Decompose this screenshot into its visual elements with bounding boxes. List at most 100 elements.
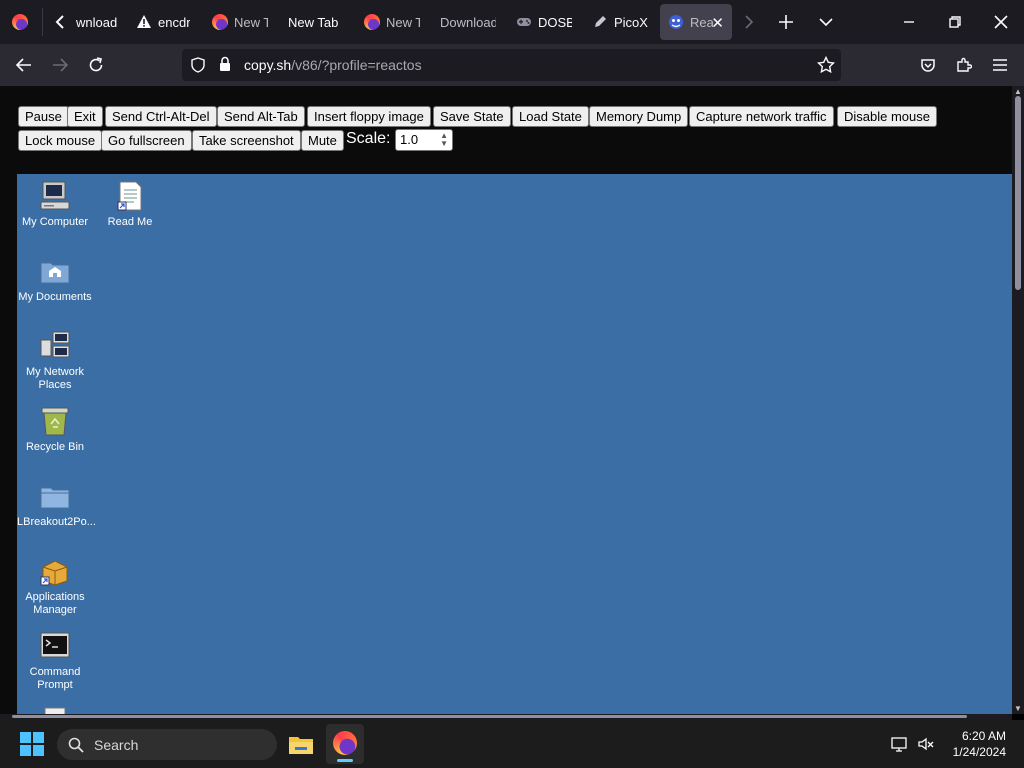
close-window-button[interactable] xyxy=(978,0,1024,44)
vertical-scroll-thumb[interactable] xyxy=(1015,96,1021,290)
shield-icon[interactable] xyxy=(190,57,206,78)
warning-icon xyxy=(136,14,152,30)
reload-button[interactable] xyxy=(81,50,111,80)
desktop-icon-read-me[interactable]: Read Me xyxy=(92,180,168,229)
go-fullscreen-button[interactable]: Go fullscreen xyxy=(101,130,192,151)
new-tab-button[interactable] xyxy=(772,8,800,36)
firefox-taskbar-button[interactable] xyxy=(326,724,364,764)
navigation-toolbar: copy.sh/v86/?profile=reactos xyxy=(0,44,1024,86)
volume-muted-icon[interactable] xyxy=(917,735,935,758)
desktop-icon-applications-manager[interactable]: Applications Manager xyxy=(17,555,93,617)
url-host: copy.sh xyxy=(244,57,292,73)
memory-dump-button[interactable]: Memory Dump xyxy=(589,106,689,127)
load-state-button[interactable]: Load State xyxy=(512,106,589,127)
desktop-icon-lbreakout2[interactable]: LBreakout2Po... xyxy=(17,480,96,529)
start-button[interactable] xyxy=(20,732,44,756)
desktop-icon-my-network-places[interactable]: My Network Places xyxy=(17,330,93,392)
firefox-view-button[interactable] xyxy=(6,8,34,36)
exit-button[interactable]: Exit xyxy=(67,106,103,127)
taskbar-clock[interactable]: 6:20 AM 1/24/2024 xyxy=(953,728,1006,760)
tab-dosbox[interactable]: DOSB xyxy=(516,4,572,40)
restore-icon xyxy=(949,16,961,28)
clock-date: 1/24/2024 xyxy=(952,745,1006,759)
back-button[interactable] xyxy=(9,50,39,80)
scale-input[interactable]: 1.0 ▲ ▼ xyxy=(395,129,453,151)
desktop-icon-label: LBreakout2Po... xyxy=(17,516,96,528)
save-state-button[interactable]: Save State xyxy=(433,106,511,127)
taskbar-search-box[interactable]: Search xyxy=(57,729,277,760)
arrow-left-icon xyxy=(16,58,31,72)
network-status-icon[interactable] xyxy=(891,735,909,758)
restore-window-button[interactable] xyxy=(932,0,978,44)
desktop-icon-my-computer[interactable]: My Computer xyxy=(17,180,93,229)
tab-separator xyxy=(42,8,43,36)
document-icon xyxy=(39,706,71,714)
windows-logo-icon xyxy=(20,732,44,756)
lock-icon[interactable] xyxy=(218,56,232,77)
desktop-icon-label: Applications Manager xyxy=(25,591,85,616)
tab-encdr[interactable]: encdr xyxy=(136,4,190,40)
file-explorer-taskbar-button[interactable] xyxy=(285,728,317,760)
lock-mouse-button[interactable]: Lock mouse xyxy=(18,130,103,151)
minimize-icon xyxy=(904,21,914,23)
tab-new-3[interactable]: New T xyxy=(364,4,420,40)
puzzle-icon xyxy=(957,57,972,72)
take-screenshot-button[interactable]: Take screenshot xyxy=(192,130,301,151)
url-text[interactable]: copy.sh/v86/?profile=reactos xyxy=(244,57,422,73)
tab-picox[interactable]: PicoX xyxy=(592,4,648,40)
app-menu-button[interactable] xyxy=(985,50,1015,80)
url-bar[interactable]: copy.sh/v86/?profile=reactos xyxy=(182,49,841,81)
scroll-tabs-right-button[interactable] xyxy=(735,8,763,36)
tab-label: wnload xyxy=(76,14,118,30)
tab-label: Download xyxy=(440,14,496,30)
chevron-down-icon xyxy=(819,18,833,27)
extensions-button[interactable] xyxy=(949,50,979,80)
mute-button[interactable]: Mute xyxy=(301,130,344,151)
send-alt-tab-button[interactable]: Send Alt-Tab xyxy=(217,106,305,127)
send-ctrl-alt-del-button[interactable]: Send Ctrl-Alt-Del xyxy=(105,106,217,127)
desktop-icon-partial[interactable] xyxy=(17,706,93,714)
list-all-tabs-button[interactable] xyxy=(812,8,840,36)
scroll-down-arrow-icon[interactable]: ▼ xyxy=(1014,704,1022,713)
insert-floppy-image-button[interactable]: Insert floppy image xyxy=(307,106,431,127)
tab-reactos[interactable]: Rea ✕ xyxy=(660,4,732,40)
page-vertical-scrollbar[interactable]: ▲ ▼ xyxy=(1012,86,1024,714)
spinner-arrows-icon[interactable]: ▲ ▼ xyxy=(440,132,448,148)
tab-new-2[interactable]: New Tab xyxy=(288,4,346,40)
search-icon xyxy=(68,737,84,753)
desktop-icon-command-prompt[interactable]: Command Prompt xyxy=(17,630,93,692)
horizontal-scroll-thumb[interactable] xyxy=(12,715,967,718)
file-explorer-icon xyxy=(289,737,313,754)
tab-download-2[interactable]: Download xyxy=(440,4,496,40)
bookmark-star-icon[interactable] xyxy=(816,55,836,79)
tab-downloads-1[interactable]: wnload xyxy=(52,4,118,40)
firefox-icon xyxy=(12,14,28,30)
page-content: Pause Exit Send Ctrl-Alt-Del Send Alt-Ta… xyxy=(0,86,1012,714)
tab-label: encdr xyxy=(158,14,190,30)
firefox-icon xyxy=(212,14,228,30)
disable-mouse-button[interactable]: Disable mouse xyxy=(837,106,937,127)
forward-button[interactable] xyxy=(45,50,75,80)
desktop-icon-label: Read Me xyxy=(107,216,153,228)
tab-label: PicoX xyxy=(614,14,648,30)
folder-icon xyxy=(39,480,71,512)
command-prompt-icon xyxy=(39,630,71,662)
close-icon xyxy=(994,15,1008,29)
network-places-icon xyxy=(39,330,71,362)
capture-network-traffic-button[interactable]: Capture network traffic xyxy=(689,106,834,127)
tab-label: DOSB xyxy=(538,14,572,30)
pause-button[interactable]: Pause xyxy=(18,106,69,127)
desktop-icon-label: Command Prompt xyxy=(29,666,81,691)
emulator-screen[interactable]: My Computer Read Me My Documents My Netw… xyxy=(17,174,1012,714)
scale-label: Scale: xyxy=(346,130,391,147)
scroll-up-arrow-icon[interactable]: ▲ xyxy=(1014,87,1022,96)
desktop-icon-my-documents[interactable]: My Documents xyxy=(17,255,93,304)
plus-icon xyxy=(779,15,793,29)
minimize-window-button[interactable] xyxy=(886,0,932,44)
pocket-button[interactable] xyxy=(913,50,943,80)
pocket-icon xyxy=(921,59,935,72)
close-tab-icon[interactable]: ✕ xyxy=(711,14,724,32)
desktop-icon-recycle-bin[interactable]: Recycle Bin xyxy=(17,405,93,454)
firefox-icon xyxy=(364,14,380,30)
tab-new-1[interactable]: New T xyxy=(212,4,268,40)
